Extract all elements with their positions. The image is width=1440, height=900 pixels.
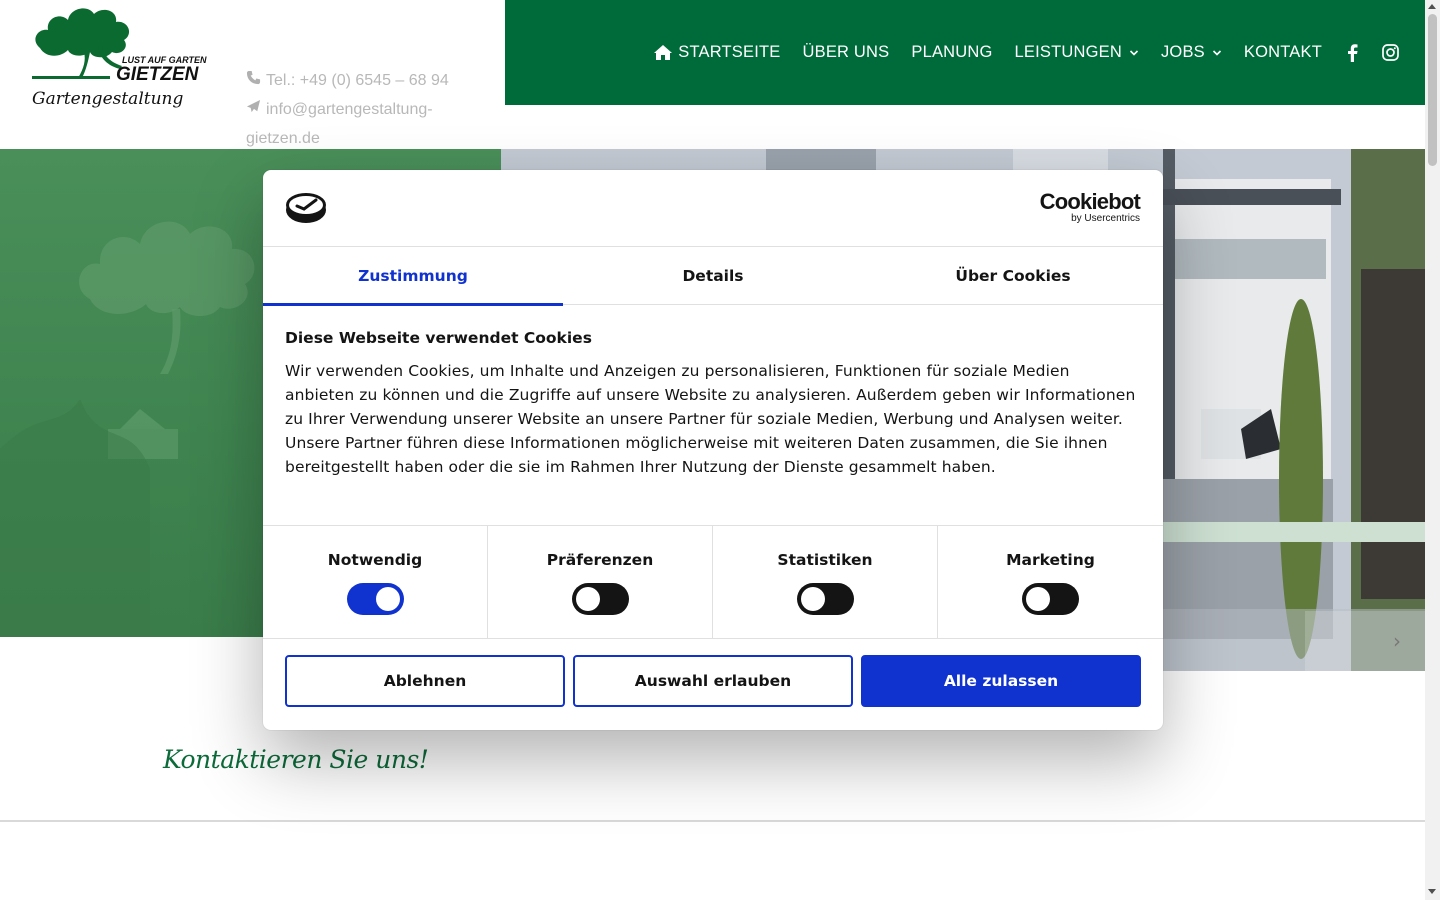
- toggle-knob: [800, 587, 825, 611]
- chevron-right-icon: ›: [1393, 629, 1401, 653]
- toggle-group-notwendig: Notwendig: [263, 526, 488, 639]
- nav-label: PLANUNG: [911, 43, 993, 61]
- decline-button[interactable]: Ablehnen: [285, 655, 565, 707]
- toggle-knob: [575, 587, 600, 611]
- tab-zustimmung[interactable]: Zustimmung: [263, 247, 563, 306]
- nav-label: ÜBER UNS: [802, 43, 890, 61]
- slider-next-button[interactable]: ›: [1305, 611, 1425, 671]
- scroll-down-arrow-icon[interactable]: [1428, 889, 1436, 894]
- site-logo[interactable]: LUST AUF GARTEN GIETZEN Gartengestaltung: [30, 0, 215, 115]
- toggle-label: Marketing: [1006, 551, 1095, 569]
- toggle-label: Notwendig: [327, 551, 423, 569]
- facebook-icon: [1348, 43, 1358, 62]
- home-icon: [654, 45, 673, 60]
- dialog-buttons: Ablehnen Auswahl erlauben Alle zulassen: [285, 655, 1141, 707]
- dialog-header: Cookiebot by Usercentrics: [263, 170, 1163, 247]
- toggle-group-praeferenzen: Präferenzen: [488, 526, 713, 639]
- logo-subtitle: Gartengestaltung: [32, 89, 183, 109]
- logo-name: GIETZEN: [116, 64, 200, 85]
- cookie-consent-dialog: Cookiebot by Usercentrics Zustimmung Det…: [263, 170, 1163, 730]
- nav-item-leistungen[interactable]: LEISTUNGEN: [1015, 43, 1139, 62]
- notwendig-toggle[interactable]: [346, 583, 404, 615]
- hero-bottom-strip: [1163, 522, 1425, 542]
- cookie-logo-icon: [286, 193, 326, 223]
- nav-label: JOBS: [1160, 43, 1205, 61]
- chevron-down-icon: [1129, 49, 1139, 56]
- praeferenzen-toggle[interactable]: [571, 583, 629, 615]
- header-contact-info: Tel.: +49 (0) 6545 – 68 94 info@gartenge…: [246, 66, 486, 153]
- nav-item-jobs[interactable]: JOBS: [1161, 43, 1222, 62]
- consent-toggles: Notwendig Präferenzen Statistiken Market…: [263, 525, 1163, 639]
- toggle-label: Statistiken: [777, 551, 873, 569]
- phone-icon: [246, 66, 266, 95]
- nav-label: STARTSEITE: [678, 43, 781, 61]
- instagram-link[interactable]: [1382, 44, 1399, 61]
- statistiken-toggle[interactable]: [796, 583, 854, 615]
- phone-number[interactable]: Tel.: +49 (0) 6545 – 68 94: [266, 66, 449, 95]
- nav-item-planung[interactable]: PLANUNG: [911, 43, 992, 62]
- brand-byline: by Usercentrics: [1071, 213, 1140, 224]
- allow-selection-button[interactable]: Auswahl erlauben: [573, 655, 853, 707]
- brand-name: Cookiebot: [1039, 189, 1141, 214]
- phone-line[interactable]: Tel.: +49 (0) 6545 – 68 94: [246, 66, 486, 95]
- page-scrollbar[interactable]: [1425, 0, 1440, 900]
- toggle-knob: [375, 587, 400, 611]
- facebook-link[interactable]: [1346, 43, 1358, 62]
- nav-item-kontakt[interactable]: KONTAKT: [1244, 43, 1322, 62]
- dialog-tabs: Zustimmung Details Über Cookies: [263, 247, 1163, 306]
- main-navigation: STARTSEITE ÜBER UNS PLANUNG LEISTUNGEN J…: [505, 0, 1425, 105]
- paper-plane-icon: [246, 95, 266, 124]
- nav-item-startseite[interactable]: STARTSEITE: [653, 43, 780, 62]
- tab-ueber-cookies[interactable]: Über Cookies: [863, 247, 1163, 305]
- nav-label: KONTAKT: [1243, 43, 1322, 61]
- toggle-knob: [1026, 587, 1050, 611]
- toggle-group-statistiken: Statistiken: [713, 526, 938, 639]
- chevron-down-icon: [1212, 49, 1221, 56]
- email-address-part1[interactable]: info@gartengestaltung-: [266, 95, 433, 124]
- scrollbar-thumb[interactable]: [1428, 14, 1437, 166]
- scroll-up-arrow-icon[interactable]: [1428, 4, 1436, 9]
- tree-logo-icon: LUST AUF GARTEN GIETZEN Gartengestaltung: [32, 8, 207, 109]
- page: LUST AUF GARTEN GIETZEN Gartengestaltung…: [0, 0, 1440, 900]
- nav-label: LEISTUNGEN: [1014, 43, 1122, 61]
- contact-heading: Kontaktieren Sie uns!: [163, 745, 429, 774]
- cookiebot-brand[interactable]: Cookiebot by Usercentrics: [1038, 189, 1141, 224]
- toggle-label: Präferenzen: [546, 551, 654, 569]
- nav-item-ueber-uns[interactable]: ÜBER UNS: [803, 43, 890, 62]
- toggle-group-marketing: Marketing: [938, 526, 1163, 639]
- marketing-toggle[interactable]: [1022, 583, 1079, 615]
- dialog-title: Diese Webseite verwendet Cookies: [285, 329, 592, 347]
- section-divider: [0, 820, 1425, 822]
- email-line[interactable]: info@gartengestaltung-: [246, 95, 486, 124]
- dialog-description: Wir verwenden Cookies, um Inhalte und An…: [285, 362, 1136, 476]
- allow-all-button[interactable]: Alle zulassen: [861, 655, 1141, 707]
- instagram-icon: [1382, 44, 1399, 61]
- tab-details[interactable]: Details: [563, 247, 863, 305]
